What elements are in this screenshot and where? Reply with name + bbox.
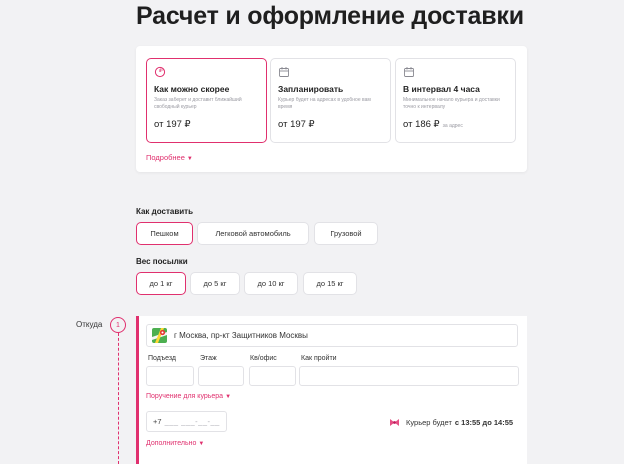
phone-mask: ___ ___-__-__ [164,417,220,426]
step-number: 1 [110,317,126,333]
additional-label: Дополнительно [146,440,197,447]
tariff-price: от 186 ₽ за адрес [403,119,508,130]
more-details-label: Подробнее [146,153,185,162]
weight-15kg-button[interactable]: до 15 кг [303,272,357,295]
from-label: Откуда [76,320,103,329]
tariff-card-scheduled[interactable]: Запланировать Курьер будет на адресах в … [270,58,391,143]
tariff-desc: Минимальное начало курьера и доставки то… [403,97,500,110]
tariff-price-value: от 186 ₽ [403,119,440,130]
tariff-price: от 197 ₽ [154,119,259,130]
tariff-card-interval[interactable]: В интервал 4 часа Минимальное начало кур… [395,58,516,143]
from-panel: г Москва, пр-кт Защитников Москвы Подъез… [136,316,527,464]
chevron-down-icon: ▼ [198,441,205,447]
chevron-down-icon: ▼ [225,394,232,400]
apartment-field[interactable] [249,366,296,386]
tariff-price-note: за адрес [442,123,463,129]
phone-input[interactable]: +7 ___ ___-__-__ [146,411,227,432]
more-details-link[interactable]: Подробнее ▼ [146,153,193,162]
floor-field[interactable] [198,366,244,386]
delivery-method-label: Как доставить [136,207,194,216]
tariff-price-value: от 197 ₽ [154,119,191,130]
clock-icon [154,66,166,78]
page-title: Расчет и оформление доставки [136,2,524,30]
map-icon [152,328,167,343]
tariff-card-asap[interactable]: Как можно скорее Заказ заберет и достави… [146,58,267,143]
tariff-desc: Заказ заберет и доставит ближайший свобо… [154,97,242,110]
weight-10kg-button[interactable]: до 10 кг [244,272,298,295]
tariff-title: Запланировать [278,84,344,94]
tariff-title: В интервал 4 часа [403,84,480,94]
method-car-button[interactable]: Легковой автомобиль [197,222,309,245]
floor-label: Этаж [200,355,217,362]
phone-prefix: +7 [153,417,162,426]
directions-field[interactable] [299,366,519,386]
tariff-price-value: от 197 ₽ [278,119,315,130]
eta-prefix: Курьер будет [406,418,452,427]
apartment-label: Кв/офис [250,355,277,362]
eta-time: с 13:55 до 14:55 [454,418,514,427]
tariff-price: от 197 ₽ [278,119,383,130]
chevron-down-icon: ▼ [186,156,193,162]
tariff-title: Как можно скорее [154,84,230,94]
calendar-icon [404,67,414,77]
tariff-desc: Курьер будет на адресах в удобное вам вр… [278,97,371,110]
entrance-field[interactable] [146,366,194,386]
entrance-label: Подъезд [148,355,176,362]
courier-eta: Курьер будет с 13:55 до 14:55 [389,417,513,428]
calendar-icon [279,67,289,77]
method-truck-button[interactable]: Грузовой [314,222,378,245]
address-input[interactable]: г Москва, пр-кт Защитников Москвы [146,324,518,347]
weight-1kg-button[interactable]: до 1 кг [136,272,186,295]
courier-instructions-label: Поручение для курьера [146,393,224,400]
bow-icon [390,419,399,426]
weight-5kg-button[interactable]: до 5 кг [190,272,240,295]
additional-link[interactable]: Дополнительно ▼ [146,440,204,447]
step-connector [118,333,119,464]
address-value: г Москва, пр-кт Защитников Москвы [174,331,308,340]
method-walk-button[interactable]: Пешком [136,222,193,245]
directions-label: Как пройти [301,355,337,362]
tariff-panel: Как можно скорее Заказ заберет и достави… [136,46,527,172]
weight-label: Вес посылки [136,257,188,266]
courier-instructions-link[interactable]: Поручение для курьера ▼ [146,393,231,400]
